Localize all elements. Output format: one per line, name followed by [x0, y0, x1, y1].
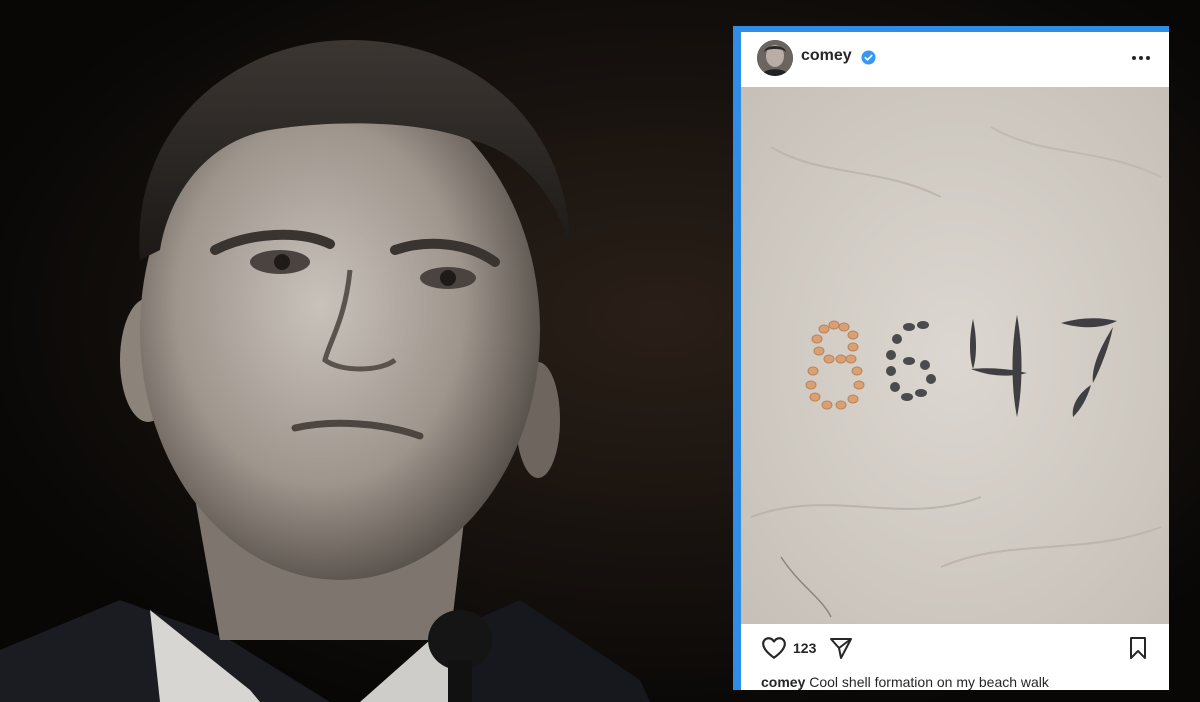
avatar[interactable]: [757, 40, 793, 76]
caption-username[interactable]: comey: [761, 674, 805, 690]
instagram-post-card: comey 123 comey Cool shell formation on …: [733, 26, 1169, 690]
caption-text: Cool shell formation on my beach walk: [809, 674, 1049, 690]
bookmark-icon[interactable]: [1127, 636, 1149, 660]
more-icon[interactable]: [1131, 48, 1151, 68]
verified-badge-icon: [861, 50, 876, 65]
post-image: [741, 87, 1169, 624]
post-caption: comey Cool shell formation on my beach w…: [761, 674, 1049, 690]
post-header: comey: [741, 32, 1169, 86]
send-icon[interactable]: [829, 636, 853, 660]
heart-icon[interactable]: [761, 636, 787, 660]
post-username[interactable]: comey: [801, 47, 852, 65]
like-count: 123: [793, 640, 817, 656]
post-actions: 123: [741, 630, 1169, 666]
